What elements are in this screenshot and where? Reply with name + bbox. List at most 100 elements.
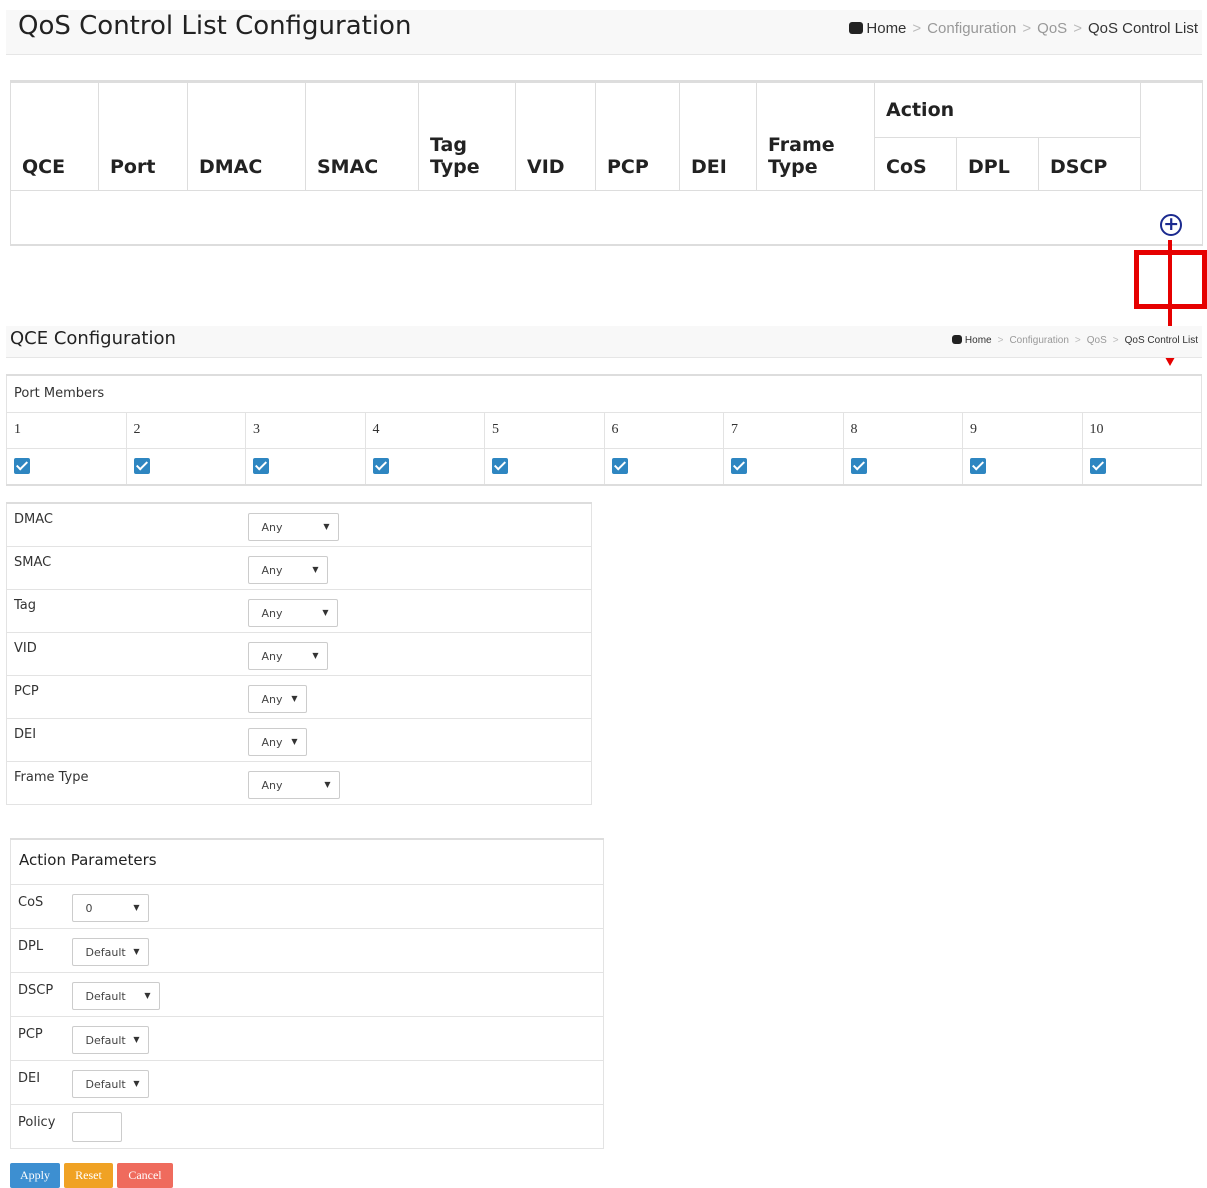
port-members-title: Port Members bbox=[6, 374, 1202, 413]
dei-select[interactable]: Any ▼ bbox=[247, 727, 307, 756]
action-dei-value: Default bbox=[85, 1077, 126, 1091]
frame-type-label: Frame Type bbox=[6, 760, 247, 804]
action-dscp-select[interactable]: Default ▼ bbox=[71, 981, 160, 1010]
chevron-down-icon: ▼ bbox=[322, 607, 329, 617]
annotation-highlight-box bbox=[1134, 250, 1207, 309]
col-port: Port bbox=[98, 81, 188, 191]
port-number: 2 bbox=[125, 411, 246, 449]
port-number: 7 bbox=[723, 411, 844, 449]
breadcrumb-home[interactable]: Home bbox=[866, 20, 906, 37]
breadcrumb-current: QoS Control List bbox=[1124, 335, 1198, 346]
port-number: 4 bbox=[364, 411, 485, 449]
col-smac: SMAC bbox=[305, 81, 419, 191]
action-dscp-value: Default bbox=[85, 989, 126, 1003]
port-number: 8 bbox=[842, 411, 963, 449]
port-3-checkbox[interactable] bbox=[253, 458, 269, 475]
tag-label: Tag bbox=[6, 588, 247, 632]
vid-label: VID bbox=[6, 631, 247, 675]
action-dscp-label: DSCP bbox=[10, 971, 71, 1016]
dmac-select[interactable]: Any ▼ bbox=[247, 513, 339, 541]
action-parameters-table: Action Parameters CoS 0 ▼ DPL Default ▼ DSCP De… bbox=[10, 838, 604, 1149]
breadcrumb: Home > Configuration > QoS > QoS Control List bbox=[849, 20, 1198, 37]
smac-select[interactable]: Any ▼ bbox=[247, 555, 328, 584]
table-row: + bbox=[10, 190, 1203, 245]
breadcrumb-qos[interactable]: QoS bbox=[1087, 335, 1107, 346]
dei-value: Any bbox=[261, 735, 283, 749]
qce-list-table: QCE Port DMAC SMAC Tag Type VID PCP DEI F… bbox=[10, 80, 1203, 246]
smac-value: Any bbox=[261, 563, 283, 577]
port-number: 1 bbox=[6, 411, 127, 449]
breadcrumb-configuration[interactable]: Configuration bbox=[1009, 335, 1068, 346]
chevron-down-icon: ▼ bbox=[312, 650, 319, 660]
port-number: 10 bbox=[1081, 411, 1202, 449]
reset-button[interactable]: Reset bbox=[64, 1163, 113, 1188]
breadcrumb-qos[interactable]: QoS bbox=[1037, 20, 1067, 37]
tag-select[interactable]: Any ▼ bbox=[247, 598, 338, 627]
action-cos-value: 0 bbox=[85, 901, 93, 915]
apply-button[interactable]: Apply bbox=[10, 1163, 60, 1188]
dei-label: DEI bbox=[6, 717, 247, 761]
port-8-checkbox[interactable] bbox=[850, 458, 867, 475]
pcp-value: Any bbox=[261, 692, 283, 706]
action-parameters-title: Action Parameters bbox=[10, 838, 604, 884]
port-number: 6 bbox=[603, 411, 724, 449]
chevron-down-icon: ▼ bbox=[133, 1078, 140, 1088]
port-number: 9 bbox=[962, 411, 1083, 449]
filter-table: DMAC Any ▼ SMAC Any ▼ Tag Any ▼ VID Any ▼ PCP Any ▼ DEI… bbox=[6, 502, 592, 805]
chevron-down-icon: ▼ bbox=[133, 946, 140, 956]
action-dei-select[interactable]: Default ▼ bbox=[71, 1069, 149, 1098]
policy-label: Policy bbox=[10, 1103, 71, 1148]
page-header: QoS Control List Configuration Home > Conf… bbox=[6, 10, 1202, 55]
chevron-down-icon: ▼ bbox=[291, 736, 298, 746]
chevron-down-icon: ▼ bbox=[312, 564, 319, 574]
col-add bbox=[1140, 81, 1203, 191]
smac-label: SMAC bbox=[6, 545, 247, 589]
policy-input[interactable] bbox=[71, 1111, 122, 1142]
breadcrumb-sub: Home > Configuration > QoS > QoS Control List bbox=[951, 335, 1198, 346]
port-number: 5 bbox=[484, 411, 605, 449]
dmac-label: DMAC bbox=[6, 502, 247, 546]
pcp-label: PCP bbox=[6, 674, 247, 718]
action-dpl-label: DPL bbox=[10, 927, 71, 972]
col-action: Action bbox=[874, 81, 1141, 138]
action-pcp-value: Default bbox=[85, 1033, 126, 1047]
action-pcp-label: PCP bbox=[10, 1015, 71, 1060]
vid-value: Any bbox=[261, 649, 283, 663]
col-frame-type: Frame Type bbox=[756, 81, 875, 191]
action-pcp-select[interactable]: Default ▼ bbox=[71, 1025, 149, 1054]
action-cos-select[interactable]: 0 ▼ bbox=[71, 893, 149, 922]
action-dpl-select[interactable]: Default ▼ bbox=[71, 937, 149, 966]
port-6-checkbox[interactable] bbox=[611, 458, 628, 475]
col-dmac: DMAC bbox=[187, 81, 306, 191]
vid-select[interactable]: Any ▼ bbox=[247, 641, 328, 670]
port-1-checkbox[interactable] bbox=[14, 458, 30, 475]
breadcrumb-configuration[interactable]: Configuration bbox=[927, 20, 1016, 37]
pcp-select[interactable]: Any ▼ bbox=[247, 684, 307, 713]
col-qce: QCE bbox=[10, 81, 99, 191]
action-cos-label: CoS bbox=[10, 883, 71, 928]
action-dpl-value: Default bbox=[85, 945, 126, 959]
qce-config-title: QCE Configuration bbox=[10, 328, 176, 349]
port-9-checkbox[interactable] bbox=[970, 458, 986, 475]
cancel-button[interactable]: Cancel bbox=[117, 1163, 173, 1188]
col-dscp: DSCP bbox=[1038, 137, 1141, 191]
col-vid: VID bbox=[515, 81, 596, 191]
chevron-down-icon: ▼ bbox=[324, 779, 331, 789]
chevron-down-icon: ▼ bbox=[323, 522, 330, 531]
port-members-table: Port Members 1 2 3 4 5 6 7 8 9 10 bbox=[6, 374, 1202, 486]
add-qce-button[interactable]: + bbox=[1160, 213, 1183, 236]
frame-type-select[interactable]: Any ▼ bbox=[247, 770, 340, 799]
breadcrumb-home[interactable]: Home bbox=[965, 335, 992, 346]
col-dei: DEI bbox=[679, 81, 757, 191]
chevron-down-icon: ▼ bbox=[144, 990, 151, 1000]
chevron-down-icon: ▼ bbox=[133, 1034, 140, 1044]
port-2-checkbox[interactable] bbox=[133, 458, 150, 475]
home-icon bbox=[951, 335, 962, 344]
port-7-checkbox[interactable] bbox=[731, 458, 747, 475]
port-5-checkbox[interactable] bbox=[492, 458, 508, 475]
col-dpl: DPL bbox=[956, 137, 1039, 191]
port-4-checkbox[interactable] bbox=[372, 458, 389, 475]
chevron-down-icon: ▼ bbox=[291, 693, 298, 703]
qce-config-header: QCE Configuration Home > Configuration > QoS… bbox=[6, 326, 1202, 358]
port-10-checkbox[interactable] bbox=[1089, 458, 1106, 475]
